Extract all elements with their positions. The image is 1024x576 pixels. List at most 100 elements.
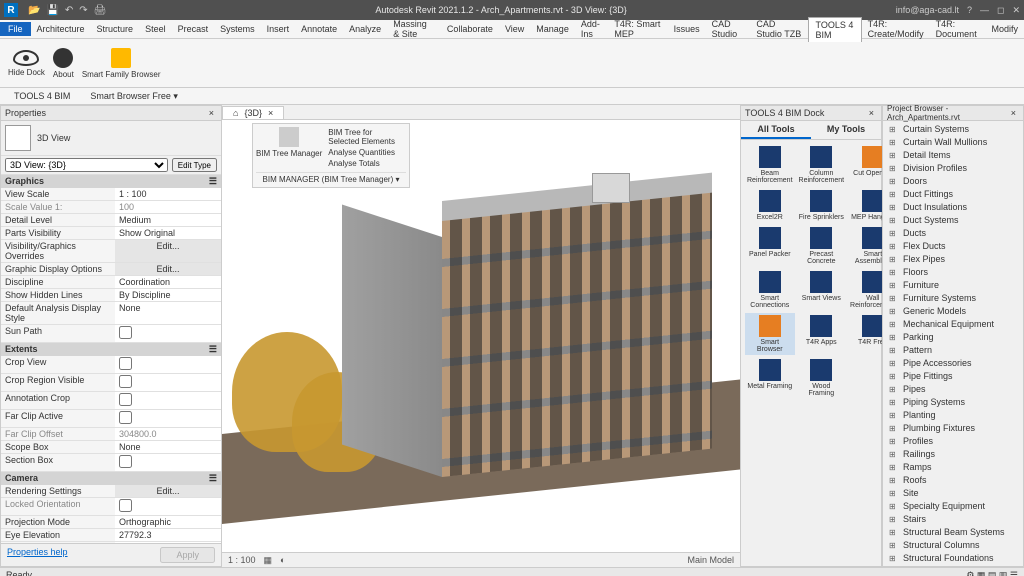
ribbon-tab-t4r-create-modify[interactable]: T4R: Create/Modify	[862, 17, 930, 41]
bim-tree-icon[interactable]	[279, 127, 299, 147]
tree-node[interactable]: Site	[885, 487, 1021, 500]
tree-node[interactable]: Ramps	[885, 461, 1021, 474]
tree-node[interactable]: Structural Foundations	[885, 552, 1021, 565]
save-icon[interactable]: 💾	[46, 5, 58, 16]
ribbon-tab-collaborate[interactable]: Collaborate	[441, 22, 499, 36]
tool-t4r-apps[interactable]: T4R Apps	[797, 313, 847, 355]
prop-group[interactable]: Graphics☰	[1, 175, 221, 188]
minimize-icon[interactable]: —	[980, 5, 989, 16]
ribbon-tab-analyze[interactable]: Analyze	[343, 22, 387, 36]
ribbon-tab-cad-studio[interactable]: CAD Studio	[706, 17, 751, 41]
tree-node[interactable]: Detail Items	[885, 149, 1021, 162]
tab-all-tools[interactable]: All Tools	[741, 121, 811, 139]
prop-row[interactable]: View Scale1 : 100	[1, 188, 221, 201]
tree-node[interactable]: Railings	[885, 448, 1021, 461]
prop-row[interactable]: Annotation Crop	[1, 392, 221, 410]
tree-node[interactable]: Parking	[885, 331, 1021, 344]
tool-smart-views[interactable]: Smart Views	[797, 269, 847, 311]
ribbon-tab-t4r-document[interactable]: T4R: Document	[930, 17, 986, 41]
tree-node[interactable]: Ducts	[885, 227, 1021, 240]
detail-icon[interactable]: ▦	[264, 555, 273, 566]
tool-smart-browser[interactable]: Smart Browser	[745, 313, 795, 355]
tree-node[interactable]: Furniture	[885, 279, 1021, 292]
ribbon-tab-structure[interactable]: Structure	[91, 22, 140, 36]
hide-dock-button[interactable]: Hide Dock	[8, 50, 45, 77]
close-icon[interactable]: ✕	[1012, 5, 1020, 16]
view-scale[interactable]: 1 : 100	[228, 555, 256, 565]
prop-row[interactable]: Far Clip Offset304800.0	[1, 428, 221, 441]
tree-node[interactable]: Duct Insulations	[885, 201, 1021, 214]
bim-tree-selected[interactable]: BIM Tree for Selected Elements	[326, 127, 406, 147]
close-properties-icon[interactable]: ×	[206, 108, 217, 118]
tool-smart-connections[interactable]: Smart Connections	[745, 269, 795, 311]
tree-node[interactable]: Specialty Equipment	[885, 500, 1021, 513]
tool-wood-framing[interactable]: Wood Framing	[797, 357, 847, 399]
tool-panel-packer[interactable]: Panel Packer	[745, 225, 795, 267]
prop-group[interactable]: Camera☰	[1, 472, 221, 485]
prop-row[interactable]: Visibility/Graphics OverridesEdit...	[1, 240, 221, 263]
close-dock-icon[interactable]: ×	[866, 108, 877, 118]
prop-row[interactable]: Projection ModeOrthographic	[1, 516, 221, 529]
tree-node[interactable]: Profiles	[885, 435, 1021, 448]
tree-node[interactable]: Pipe Fittings	[885, 370, 1021, 383]
prop-row[interactable]: Eye Elevation27792.3	[1, 529, 221, 542]
tree-node[interactable]: Pattern	[885, 344, 1021, 357]
prop-row[interactable]: Section Box	[1, 454, 221, 472]
ribbon-tab-view[interactable]: View	[499, 22, 530, 36]
prop-row[interactable]: Scope BoxNone	[1, 441, 221, 454]
analyse-totals[interactable]: Analyse Totals	[326, 158, 406, 169]
tree-node[interactable]: Generic Models	[885, 305, 1021, 318]
tree-node[interactable]: Flex Ducts	[885, 240, 1021, 253]
prop-row[interactable]: Rendering SettingsEdit...	[1, 485, 221, 498]
tool-metal-framing[interactable]: Metal Framing	[745, 357, 795, 399]
tree-node[interactable]: Structural Framing	[885, 565, 1021, 566]
tree-node[interactable]: Structural Beam Systems	[885, 526, 1021, 539]
tree-node[interactable]: Curtain Wall Mullions	[885, 136, 1021, 149]
main-model[interactable]: Main Model	[687, 555, 734, 565]
ribbon-tab-add-ins[interactable]: Add-Ins	[575, 17, 609, 41]
ribbon-tab-architecture[interactable]: Architecture	[31, 22, 91, 36]
prop-row[interactable]: DisciplineCoordination	[1, 276, 221, 289]
prop-row[interactable]: Crop View	[1, 356, 221, 374]
quick-access-toolbar[interactable]: 📂 💾 ↶ ↷ 🖨	[28, 5, 106, 16]
ribbon-tab-insert[interactable]: Insert	[261, 22, 296, 36]
prop-row[interactable]: Show Hidden LinesBy Discipline	[1, 289, 221, 302]
bim-panel-dropdown[interactable]: BIM MANAGER (BIM Tree Manager) ▾	[256, 172, 406, 184]
about-button[interactable]: About	[53, 48, 74, 79]
tree-node[interactable]: Flex Pipes	[885, 253, 1021, 266]
close-tab-icon[interactable]: ×	[268, 108, 273, 118]
properties-help-link[interactable]: Properties help	[7, 547, 68, 563]
ribbon-tab-precast[interactable]: Precast	[172, 22, 215, 36]
close-browser-icon[interactable]: ×	[1008, 108, 1019, 118]
help-icon[interactable]: ?	[967, 5, 972, 16]
tree-node[interactable]: Piping Systems	[885, 396, 1021, 409]
tab-my-tools[interactable]: My Tools	[811, 121, 881, 139]
tool-beam-reinforcement[interactable]: Beam Reinforcement	[745, 144, 795, 186]
bim-manager-panel[interactable]: BIM Tree Manager BIM Tree for Selected E…	[252, 123, 410, 188]
tool-precast-concrete[interactable]: Precast Concrete	[797, 225, 847, 267]
ribbon-tab-massing-site[interactable]: Massing & Site	[387, 17, 441, 41]
ribbon-tab-annotate[interactable]: Annotate	[295, 22, 343, 36]
analyse-quantities[interactable]: Analyse Quantities	[326, 147, 406, 158]
prop-row[interactable]: Graphic Display OptionsEdit...	[1, 263, 221, 276]
tree-node[interactable]: Roofs	[885, 474, 1021, 487]
tree-node[interactable]: Plumbing Fixtures	[885, 422, 1021, 435]
ribbon-tab-tools-4-bim[interactable]: TOOLS 4 BIM	[808, 17, 861, 42]
tree-node[interactable]: Pipe Accessories	[885, 357, 1021, 370]
tree-node[interactable]: Furniture Systems	[885, 292, 1021, 305]
ribbon-tab-t4r-smart-mep[interactable]: T4R: Smart MEP	[608, 17, 667, 41]
smart-browser-dropdown[interactable]: Smart Browser Free ▾	[84, 90, 184, 103]
tree-node[interactable]: Duct Fittings	[885, 188, 1021, 201]
undo-icon[interactable]: ↶	[65, 5, 73, 16]
type-selector[interactable]: 3D View: {3D}	[5, 158, 168, 172]
tree-node[interactable]: Structural Columns	[885, 539, 1021, 552]
status-icons[interactable]: ⚙ ▦ ▤ ▥ ☰	[966, 570, 1018, 576]
edit-type-button[interactable]: Edit Type	[172, 158, 217, 172]
tree-node[interactable]: Stairs	[885, 513, 1021, 526]
ribbon-tab-manage[interactable]: Manage	[530, 22, 575, 36]
prop-row[interactable]: Locked Orientation	[1, 498, 221, 516]
redo-icon[interactable]: ↷	[79, 5, 87, 16]
prop-row[interactable]: Parts VisibilityShow Original	[1, 227, 221, 240]
tree-node[interactable]: Planting	[885, 409, 1021, 422]
tree-node[interactable]: Pipes	[885, 383, 1021, 396]
